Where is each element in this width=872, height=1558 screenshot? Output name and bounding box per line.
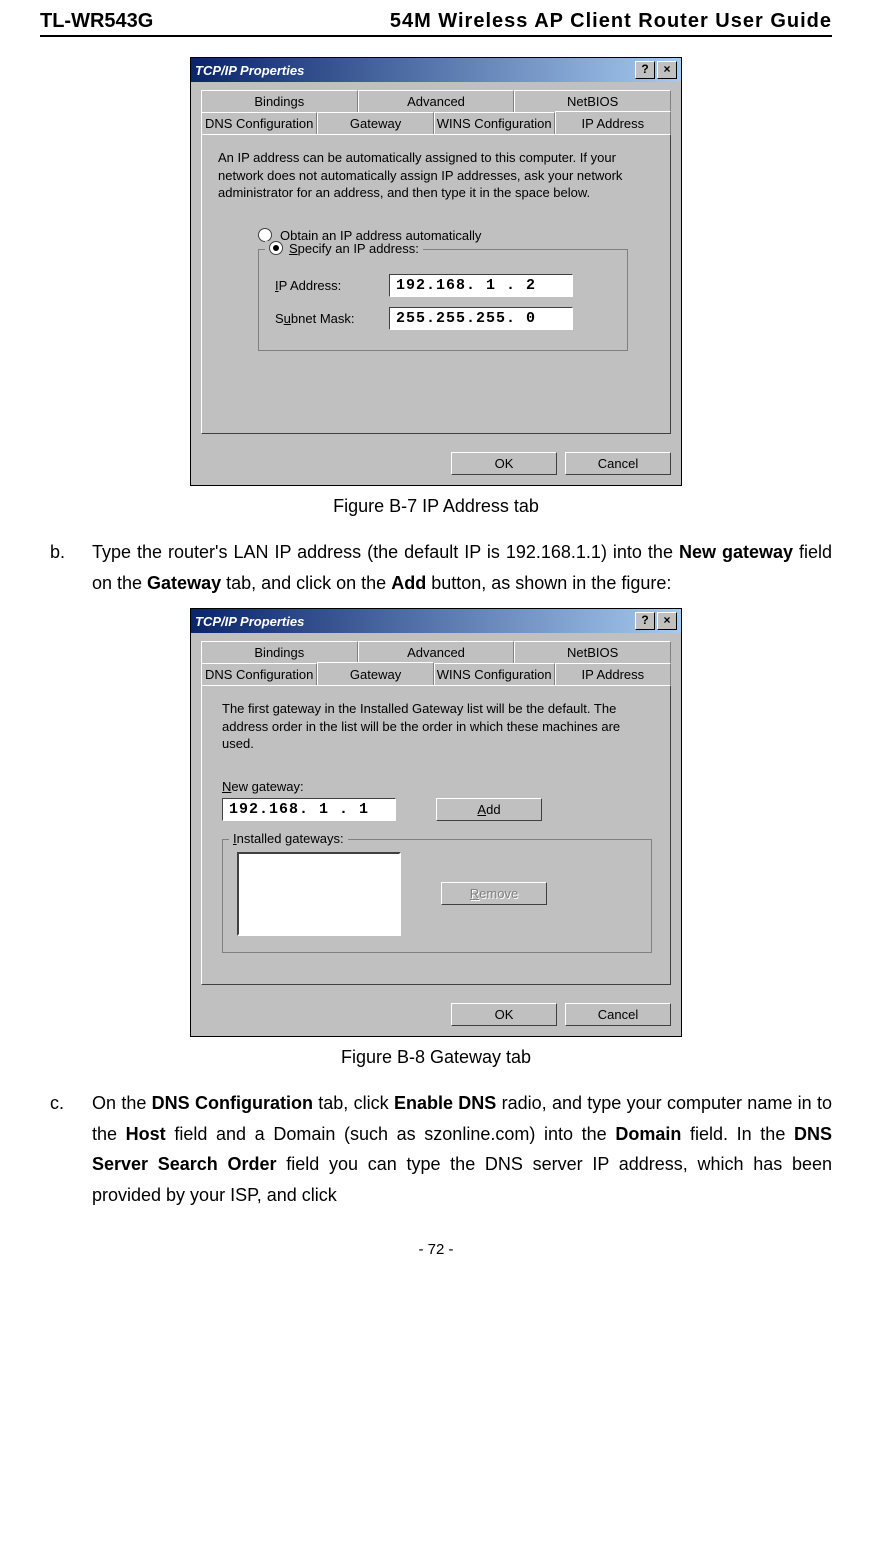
installed-gateways-list[interactable] bbox=[237, 852, 401, 936]
step-b: b. Type the router's LAN IP address (the… bbox=[40, 537, 832, 604]
tab-ip-address[interactable]: IP Address bbox=[555, 663, 671, 685]
ip-address-label: IP Address: bbox=[275, 278, 375, 293]
subnet-mask-label: Subnet Mask: bbox=[275, 311, 375, 326]
installed-gateways-label: Installed gateways: bbox=[229, 831, 348, 846]
tab-description: An IP address can be automatically assig… bbox=[218, 149, 654, 202]
step-text: Type the router's LAN IP address (the de… bbox=[92, 537, 832, 598]
subnet-mask-input[interactable]: 255.255.255. 0 bbox=[389, 307, 573, 330]
tab-dns-config[interactable]: DNS Configuration bbox=[201, 112, 317, 134]
close-button[interactable]: × bbox=[657, 612, 677, 630]
close-button[interactable]: × bbox=[657, 61, 677, 79]
page-number: - 72 - bbox=[40, 1241, 832, 1258]
new-gateway-input[interactable]: 192.168. 1 . 1 bbox=[222, 798, 396, 821]
radio-icon bbox=[269, 241, 283, 255]
dialog-title: TCP/IP Properties bbox=[195, 63, 304, 78]
help-button[interactable]: ? bbox=[635, 61, 655, 79]
tab-description: The first gateway in the Installed Gatew… bbox=[222, 700, 650, 753]
ip-address-input[interactable]: 192.168. 1 . 2 bbox=[389, 274, 573, 297]
tab-bindings[interactable]: Bindings bbox=[201, 90, 358, 113]
radio-specify-label[interactable]: Specify an IP address: bbox=[289, 241, 419, 256]
help-button[interactable]: ? bbox=[635, 612, 655, 630]
tab-advanced[interactable]: Advanced bbox=[358, 641, 515, 664]
ok-button[interactable]: OK bbox=[451, 452, 557, 475]
tab-gateway[interactable]: Gateway bbox=[317, 662, 433, 685]
tab-wins-config[interactable]: WINS Configuration bbox=[434, 112, 555, 134]
cancel-button[interactable]: Cancel bbox=[565, 452, 671, 475]
list-marker: b. bbox=[40, 537, 92, 598]
tab-wins-config[interactable]: WINS Configuration bbox=[434, 663, 555, 685]
model-code: TL-WR543G bbox=[40, 10, 153, 33]
tab-netbios[interactable]: NetBIOS bbox=[514, 90, 671, 113]
step-text: On the DNS Configuration tab, click Enab… bbox=[92, 1088, 832, 1210]
tab-gateway[interactable]: Gateway bbox=[317, 112, 433, 134]
dialog-gateway: TCP/IP Properties ? × Bindings Advanced … bbox=[190, 608, 682, 1037]
figure-caption: Figure B-7 IP Address tab bbox=[40, 496, 832, 517]
list-marker: c. bbox=[40, 1088, 92, 1210]
titlebar: TCP/IP Properties ? × bbox=[191, 609, 681, 633]
tab-ip-address[interactable]: IP Address bbox=[555, 111, 671, 134]
guide-title: 54M Wireless AP Client Router User Guide bbox=[390, 10, 832, 33]
tab-advanced[interactable]: Advanced bbox=[358, 90, 515, 113]
titlebar: TCP/IP Properties ? × bbox=[191, 58, 681, 82]
add-button[interactable]: Add bbox=[436, 798, 542, 821]
tab-netbios[interactable]: NetBIOS bbox=[514, 641, 671, 664]
cancel-button[interactable]: Cancel bbox=[565, 1003, 671, 1026]
tab-dns-config[interactable]: DNS Configuration bbox=[201, 663, 317, 685]
page-header: TL-WR543G 54M Wireless AP Client Router … bbox=[40, 0, 832, 37]
new-gateway-label: New gateway: bbox=[222, 779, 650, 794]
dialog-ip-address: TCP/IP Properties ? × Bindings Advanced … bbox=[190, 57, 682, 486]
figure-caption: Figure B-8 Gateway tab bbox=[40, 1047, 832, 1068]
tab-bindings[interactable]: Bindings bbox=[201, 641, 358, 664]
remove-button[interactable]: Remove bbox=[441, 882, 547, 905]
ok-button[interactable]: OK bbox=[451, 1003, 557, 1026]
dialog-title: TCP/IP Properties bbox=[195, 614, 304, 629]
step-c: c. On the DNS Configuration tab, click E… bbox=[40, 1088, 832, 1216]
